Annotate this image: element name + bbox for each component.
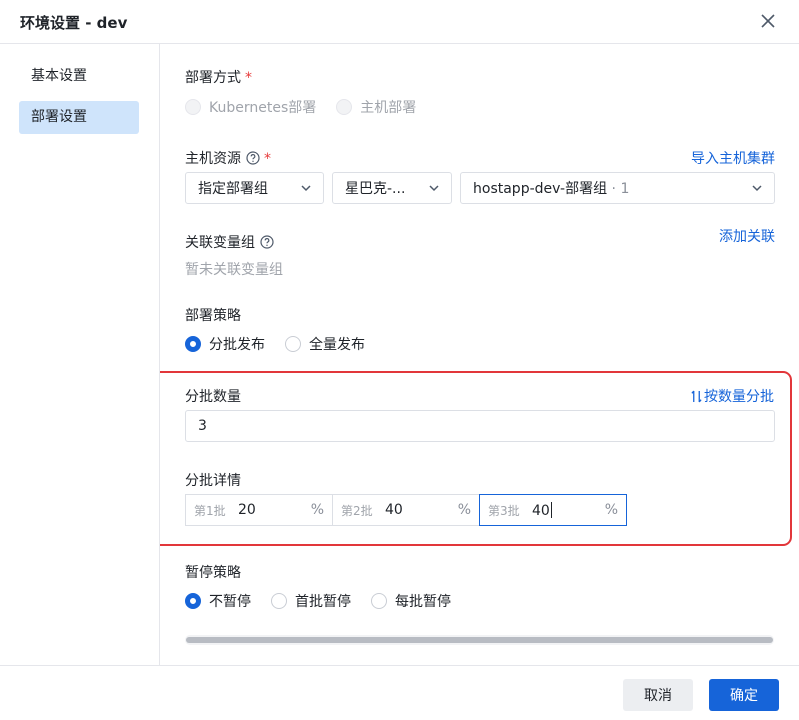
batch-value: 40 [385, 502, 403, 518]
batch-1-input[interactable]: 第1批 20 % [185, 494, 333, 526]
deploy-settings-panel: 部署方式 * Kubernetes部署 主机部署 主机资源 * 导入主机集群 指定部… [160, 44, 799, 665]
batch-value-wrap: 40 [532, 501, 605, 519]
deploy-group-count: · 1 [607, 181, 630, 197]
app-select[interactable]: 星巴克-... [332, 172, 452, 204]
deploy-method-label-text: 部署方式 [185, 70, 241, 86]
deploy-strategy-radio-group: 分批发布 全量发布 [185, 334, 385, 354]
add-association-link[interactable]: 添加关联 [719, 226, 775, 246]
radio-each-batch-pause[interactable]: 每批暂停 [371, 591, 451, 611]
dialog-header: 环境设置 - dev [0, 0, 799, 44]
percent-unit: % [604, 502, 618, 518]
radio-kubernetes[interactable]: Kubernetes部署 [185, 97, 316, 117]
batch-count-input[interactable]: 3 [185, 410, 775, 442]
radio-full-release-label: 全量发布 [309, 337, 365, 353]
cancel-button[interactable]: 取消 [623, 679, 693, 711]
help-icon[interactable] [246, 151, 260, 165]
radio-circle [371, 593, 387, 609]
radio-first-batch-pause[interactable]: 首批暂停 [271, 591, 351, 611]
percent-unit: % [310, 502, 324, 518]
radio-first-batch-pause-label: 首批暂停 [295, 594, 351, 610]
deploy-strategy-label: 部署策略 [185, 308, 241, 324]
confirm-button[interactable]: 确定 [709, 679, 779, 711]
radio-circle [185, 99, 201, 115]
toggle-batch-mode-link[interactable]: 按数量分批 [691, 386, 774, 406]
variable-group-empty-text: 暂未关联变量组 [185, 262, 283, 278]
variable-group-label-text: 关联变量组 [185, 235, 255, 251]
text-caret [550, 501, 552, 518]
radio-batch-release-label: 分批发布 [209, 337, 265, 353]
radio-no-pause[interactable]: 不暂停 [185, 591, 251, 611]
batch-detail-label: 分批详情 [185, 473, 241, 489]
radio-each-batch-pause-label: 每批暂停 [395, 594, 451, 610]
batch-2-input[interactable]: 第2批 40 % [332, 494, 480, 526]
swap-icon [691, 390, 702, 403]
batch-value: 40 [532, 502, 550, 519]
horizontal-scrollbar[interactable] [185, 635, 774, 645]
batch-prefix: 第2批 [341, 503, 373, 518]
required-mark: * [264, 151, 271, 167]
required-mark: * [245, 70, 252, 86]
sidebar-item-basic[interactable]: 基本设置 [19, 60, 139, 93]
radio-batch-release[interactable]: 分批发布 [185, 334, 265, 354]
sidebar-item-deploy[interactable]: 部署设置 [19, 101, 139, 134]
radio-kubernetes-label: Kubernetes部署 [209, 100, 317, 116]
toggle-batch-mode-text: 按数量分批 [704, 389, 774, 405]
chevron-down-icon [429, 185, 439, 192]
select-value: hostapp-dev-部署组 · 1 [473, 178, 750, 198]
radio-circle [185, 336, 201, 352]
deploy-group-name: hostapp-dev-部署组 [473, 181, 608, 197]
deploy-group-type-select[interactable]: 指定部署组 [185, 172, 324, 204]
batch-prefix: 第3批 [488, 503, 520, 518]
batch-count-label: 分批数量 [185, 389, 241, 405]
batch-3-input[interactable]: 第3批 40 % [479, 494, 627, 526]
close-icon[interactable] [757, 10, 779, 32]
dialog-footer: 取消 确定 [0, 665, 799, 720]
deploy-method-label: 部署方式 * [185, 67, 252, 87]
radio-circle [271, 593, 287, 609]
import-host-cluster-link[interactable]: 导入主机集群 [691, 148, 775, 168]
radio-host[interactable]: 主机部署 [336, 97, 416, 117]
radio-full-release[interactable]: 全量发布 [285, 334, 365, 354]
radio-circle [185, 593, 201, 609]
variable-group-label: 关联变量组 [185, 232, 274, 252]
pause-strategy-label: 暂停策略 [185, 565, 241, 581]
radio-host-label: 主机部署 [360, 100, 417, 116]
deploy-method-radio-group: Kubernetes部署 主机部署 [185, 97, 436, 117]
batch-prefix: 第1批 [194, 503, 226, 518]
deploy-group-select[interactable]: hostapp-dev-部署组 · 1 [460, 172, 775, 204]
chevron-down-icon [301, 185, 311, 192]
batch-value: 20 [238, 502, 256, 518]
dialog-title: 环境设置 - dev [20, 14, 128, 32]
select-value: 星巴克-... [345, 181, 406, 197]
help-icon[interactable] [260, 235, 274, 249]
pause-strategy-radio-group: 不暂停 首批暂停 每批暂停 [185, 591, 471, 611]
host-resource-label: 主机资源 * [185, 148, 271, 168]
select-value: 指定部署组 [198, 181, 268, 197]
percent-unit: % [457, 502, 471, 518]
settings-sidebar: 基本设置 部署设置 [0, 44, 160, 665]
radio-circle [336, 99, 353, 115]
radio-no-pause-label: 不暂停 [209, 594, 251, 610]
scrollbar-thumb[interactable] [186, 637, 773, 643]
chevron-down-icon [752, 185, 762, 192]
host-resource-label-text: 主机资源 [185, 151, 241, 167]
radio-circle [285, 336, 301, 352]
